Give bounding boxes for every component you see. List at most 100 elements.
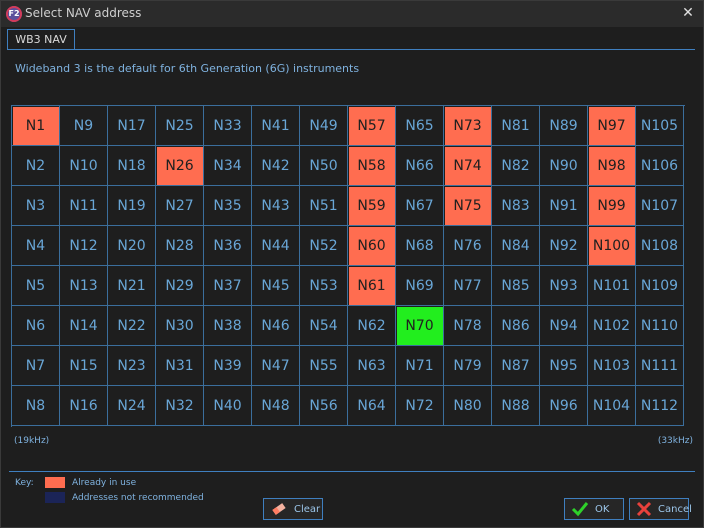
nav-address-cell[interactable]: N98 (588, 146, 636, 186)
nav-address-cell[interactable]: N6 (12, 306, 60, 346)
nav-address-cell[interactable]: N52 (300, 226, 348, 266)
nav-address-cell[interactable]: N71 (396, 346, 444, 386)
nav-address-cell[interactable]: N84 (492, 226, 540, 266)
ok-button[interactable]: OK (564, 498, 624, 520)
nav-address-cell[interactable]: N3 (12, 186, 60, 226)
nav-address-cell[interactable]: N94 (540, 306, 588, 346)
nav-address-cell[interactable]: N43 (252, 186, 300, 226)
nav-address-cell[interactable]: N61 (348, 266, 396, 306)
nav-address-cell[interactable]: N64 (348, 386, 396, 426)
nav-address-cell[interactable]: N85 (492, 266, 540, 306)
nav-address-cell[interactable]: N48 (252, 386, 300, 426)
nav-address-cell[interactable]: N44 (252, 226, 300, 266)
nav-address-cell[interactable]: N106 (636, 146, 684, 186)
nav-address-cell[interactable]: N35 (204, 186, 252, 226)
nav-address-cell[interactable]: N96 (540, 386, 588, 426)
nav-address-cell[interactable]: N83 (492, 186, 540, 226)
nav-address-cell[interactable]: N65 (396, 106, 444, 146)
nav-address-cell[interactable]: N77 (444, 266, 492, 306)
nav-address-cell[interactable]: N79 (444, 346, 492, 386)
nav-address-cell[interactable]: N89 (540, 106, 588, 146)
nav-address-cell[interactable]: N27 (156, 186, 204, 226)
nav-address-cell[interactable]: N60 (348, 226, 396, 266)
nav-address-cell[interactable]: N107 (636, 186, 684, 226)
nav-address-cell[interactable]: N104 (588, 386, 636, 426)
close-button[interactable]: ✕ (679, 4, 697, 22)
nav-address-cell[interactable]: N109 (636, 266, 684, 306)
nav-address-cell[interactable]: N40 (204, 386, 252, 426)
nav-address-cell[interactable]: N45 (252, 266, 300, 306)
nav-address-cell[interactable]: N57 (348, 106, 396, 146)
nav-address-cell[interactable]: N62 (348, 306, 396, 346)
nav-address-cell[interactable]: N23 (108, 346, 156, 386)
nav-address-cell[interactable]: N8 (12, 386, 60, 426)
nav-address-cell[interactable]: N108 (636, 226, 684, 266)
nav-address-cell[interactable]: N17 (108, 106, 156, 146)
nav-address-cell[interactable]: N105 (636, 106, 684, 146)
nav-address-cell[interactable]: N73 (444, 106, 492, 146)
nav-address-cell[interactable]: N41 (252, 106, 300, 146)
nav-address-cell[interactable]: N101 (588, 266, 636, 306)
nav-address-cell[interactable]: N49 (300, 106, 348, 146)
nav-address-cell[interactable]: N112 (636, 386, 684, 426)
nav-address-cell[interactable]: N21 (108, 266, 156, 306)
nav-address-cell[interactable]: N75 (444, 186, 492, 226)
nav-address-cell[interactable]: N26 (156, 146, 204, 186)
nav-address-cell[interactable]: N36 (204, 226, 252, 266)
nav-address-cell[interactable]: N46 (252, 306, 300, 346)
nav-address-cell[interactable]: N22 (108, 306, 156, 346)
nav-address-cell[interactable]: N76 (444, 226, 492, 266)
nav-address-cell[interactable]: N38 (204, 306, 252, 346)
nav-address-cell[interactable]: N80 (444, 386, 492, 426)
nav-address-cell[interactable]: N32 (156, 386, 204, 426)
nav-address-cell[interactable]: N19 (108, 186, 156, 226)
nav-address-cell[interactable]: N16 (60, 386, 108, 426)
nav-address-cell[interactable]: N95 (540, 346, 588, 386)
nav-address-cell[interactable]: N102 (588, 306, 636, 346)
nav-address-cell[interactable]: N99 (588, 186, 636, 226)
nav-address-cell[interactable]: N88 (492, 386, 540, 426)
nav-address-cell[interactable]: N1 (12, 106, 60, 146)
nav-address-cell[interactable]: N97 (588, 106, 636, 146)
nav-address-cell[interactable]: N78 (444, 306, 492, 346)
nav-address-cell[interactable]: N110 (636, 306, 684, 346)
nav-address-cell[interactable]: N53 (300, 266, 348, 306)
nav-address-cell[interactable]: N54 (300, 306, 348, 346)
clear-button[interactable]: Clear (263, 498, 323, 520)
nav-address-cell[interactable]: N103 (588, 346, 636, 386)
nav-address-cell[interactable]: N47 (252, 346, 300, 386)
nav-address-cell[interactable]: N58 (348, 146, 396, 186)
nav-address-cell[interactable]: N81 (492, 106, 540, 146)
nav-address-cell[interactable]: N42 (252, 146, 300, 186)
nav-address-cell[interactable]: N92 (540, 226, 588, 266)
nav-address-cell[interactable]: N56 (300, 386, 348, 426)
nav-address-cell[interactable]: N33 (204, 106, 252, 146)
nav-address-cell[interactable]: N55 (300, 346, 348, 386)
nav-address-cell[interactable]: N30 (156, 306, 204, 346)
nav-address-cell[interactable]: N68 (396, 226, 444, 266)
nav-address-cell[interactable]: N12 (60, 226, 108, 266)
nav-address-cell[interactable]: N69 (396, 266, 444, 306)
nav-address-cell[interactable]: N87 (492, 346, 540, 386)
nav-address-cell[interactable]: N20 (108, 226, 156, 266)
nav-address-cell[interactable]: N5 (12, 266, 60, 306)
nav-address-cell[interactable]: N37 (204, 266, 252, 306)
nav-address-cell[interactable]: N91 (540, 186, 588, 226)
nav-address-cell[interactable]: N67 (396, 186, 444, 226)
nav-address-cell[interactable]: N11 (60, 186, 108, 226)
nav-address-cell[interactable]: N74 (444, 146, 492, 186)
cancel-button[interactable]: Cancel (629, 498, 692, 520)
nav-address-cell[interactable]: N28 (156, 226, 204, 266)
nav-address-cell[interactable]: N25 (156, 106, 204, 146)
nav-address-cell[interactable]: N100 (588, 226, 636, 266)
nav-address-cell[interactable]: N93 (540, 266, 588, 306)
nav-address-cell[interactable]: N15 (60, 346, 108, 386)
nav-address-cell[interactable]: N72 (396, 386, 444, 426)
nav-address-cell[interactable]: N18 (108, 146, 156, 186)
nav-address-cell[interactable]: N2 (12, 146, 60, 186)
nav-address-cell[interactable]: N111 (636, 346, 684, 386)
nav-address-cell[interactable]: N59 (348, 186, 396, 226)
nav-address-cell[interactable]: N66 (396, 146, 444, 186)
nav-address-cell[interactable]: N34 (204, 146, 252, 186)
nav-address-cell[interactable]: N29 (156, 266, 204, 306)
